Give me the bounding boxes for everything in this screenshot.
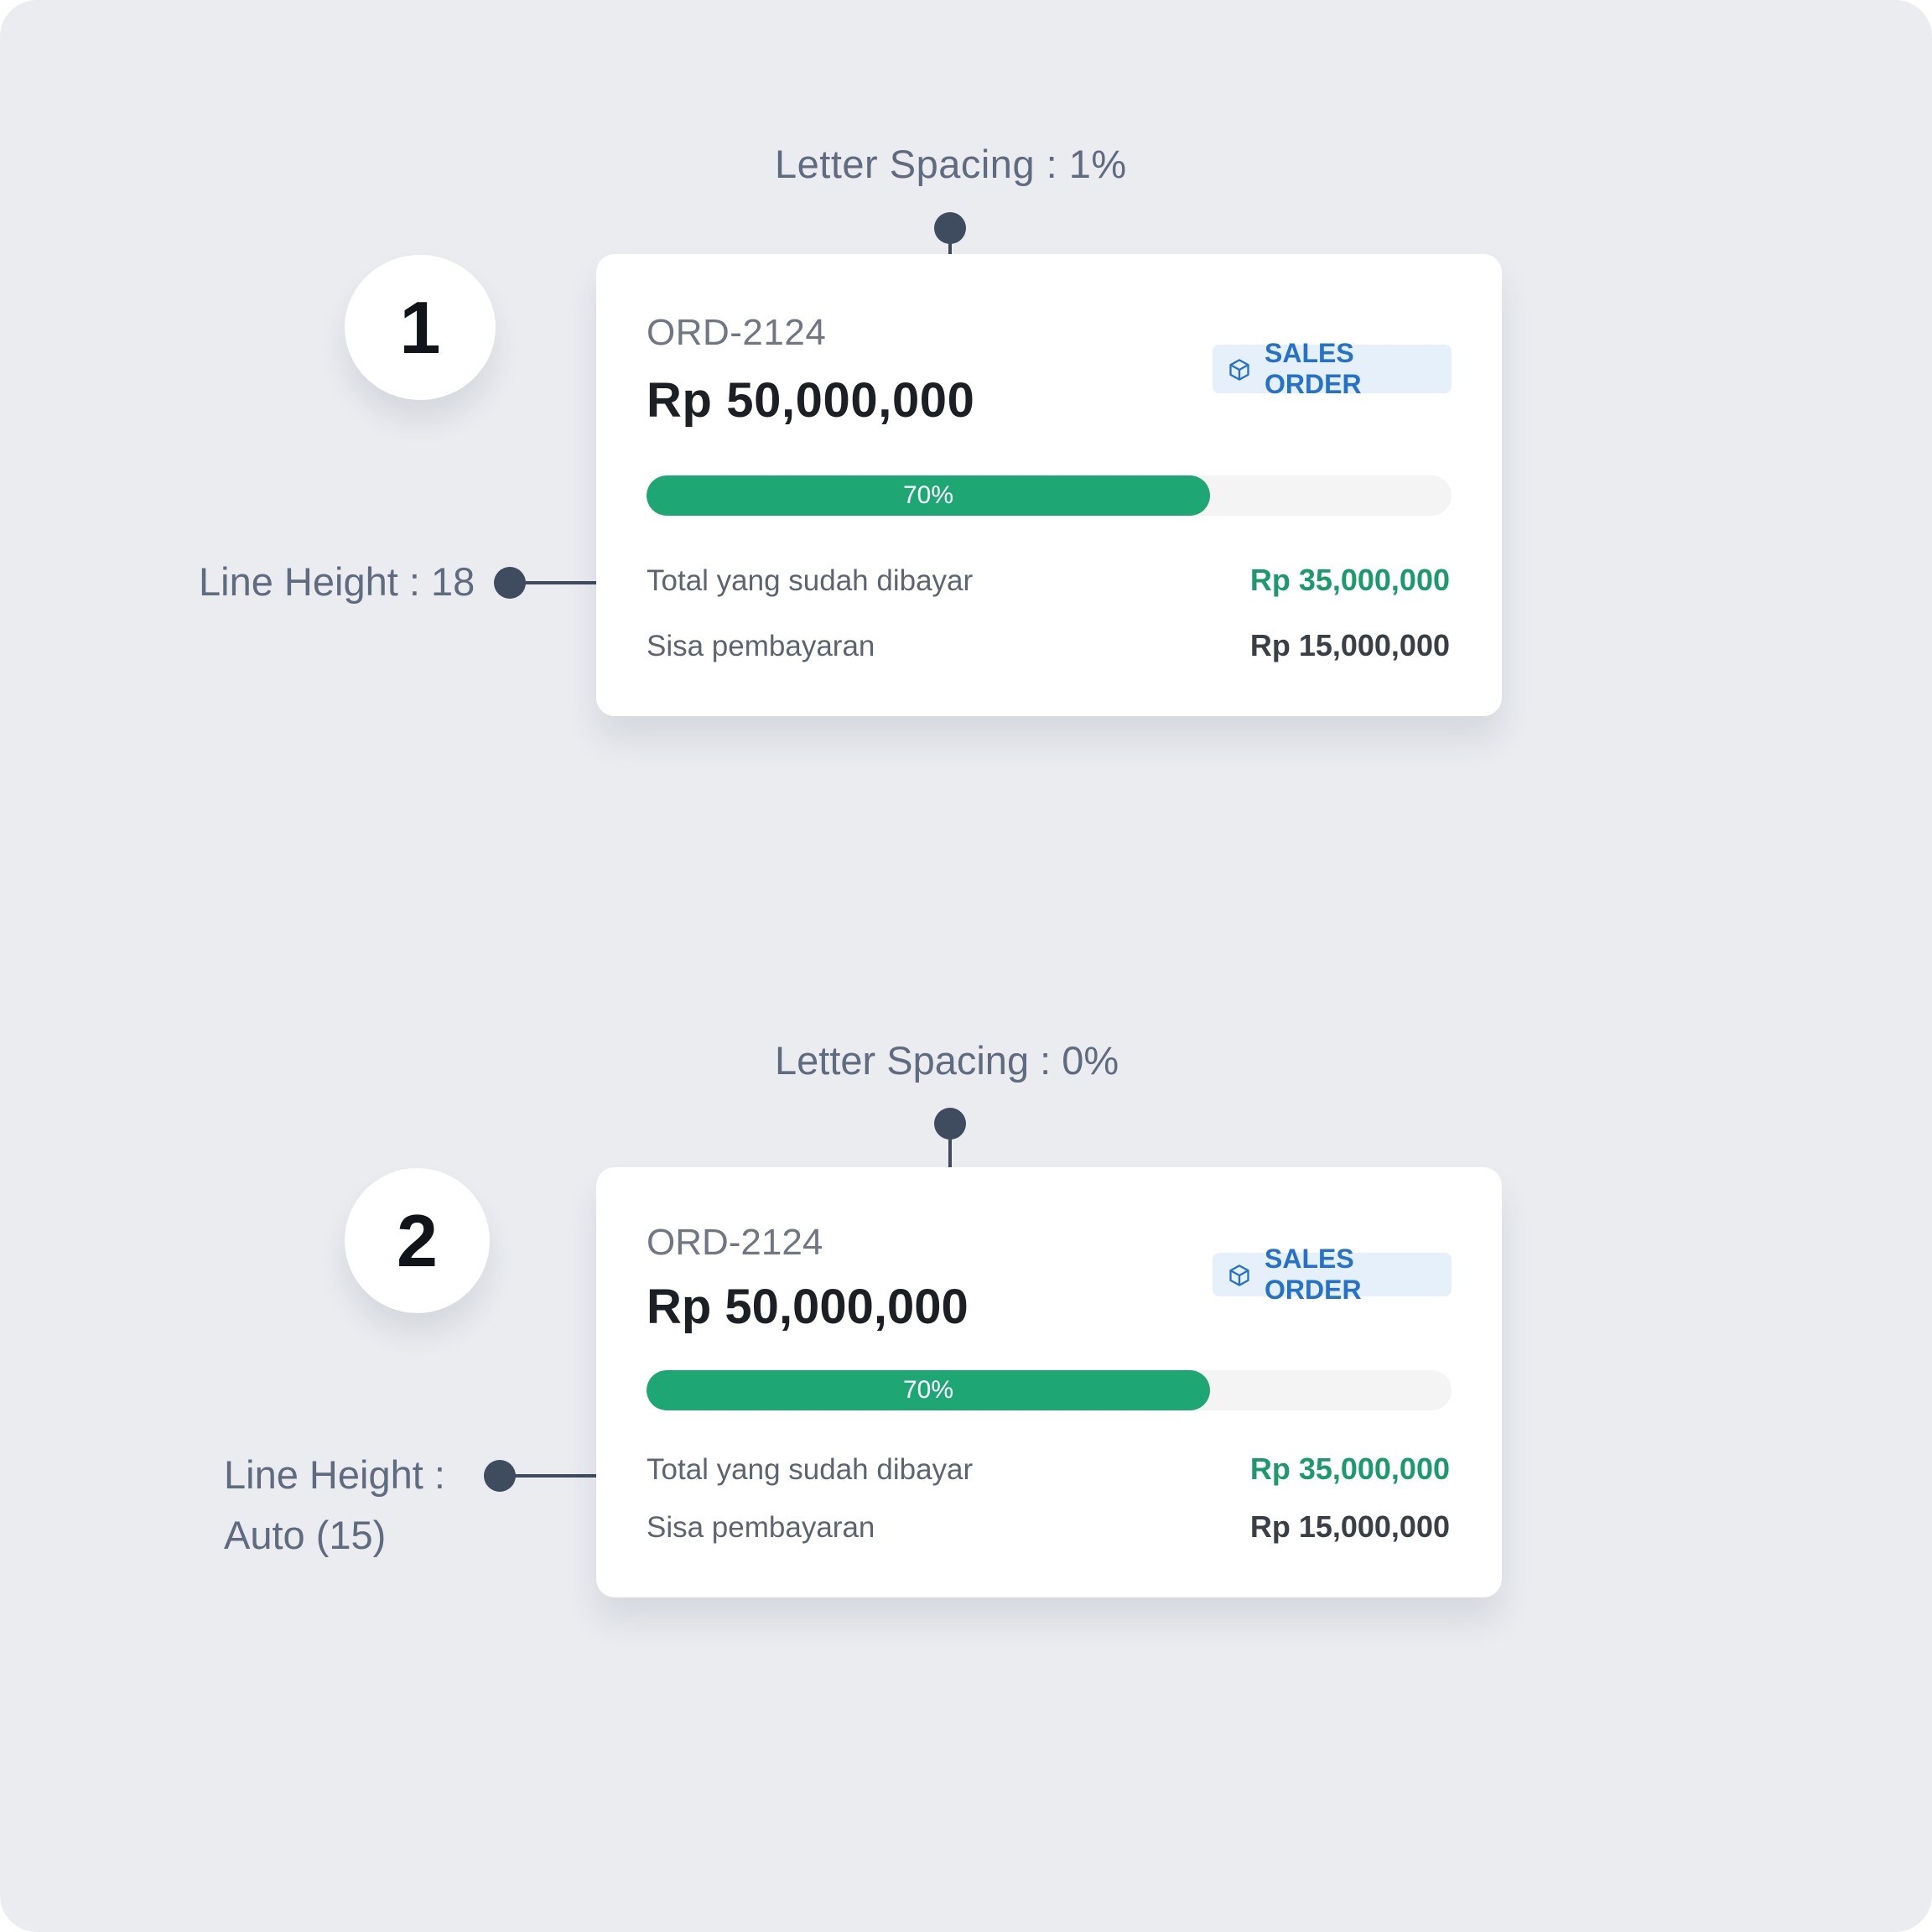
box-icon [1228, 357, 1251, 381]
box-icon [1228, 1263, 1251, 1286]
letter-spacing-annotation-1: Letter Spacing : 1% [775, 142, 1127, 186]
remaining-payment-label: Sisa pembayaran [647, 630, 875, 662]
order-amount: Rp 50,000,000 [647, 373, 975, 428]
order-card-1[interactable]: ORD-2124 Rp 50,000,000 SALES ORDER 70% T… [596, 254, 1502, 716]
remaining-payment-label: Sisa pembayaran [647, 1511, 875, 1544]
paid-total-label: Total yang sudah dibayar [647, 1453, 974, 1486]
letter-spacing-annotation-2: Letter Spacing : 0% [775, 1038, 1119, 1083]
remaining-payment-value: Rp 15,000,000 [1249, 628, 1450, 662]
paid-total-value: Rp 35,000,000 [1249, 563, 1450, 597]
example-number-badge-1: 1 [345, 255, 496, 400]
line-height-annotation-1: Line Height : 18 [199, 559, 475, 604]
order-id: ORD-2124 [647, 312, 827, 353]
order-amount: Rp 50,000,000 [647, 1280, 969, 1334]
canvas: Letter Spacing : 1% 1 Line Height : 18 O… [0, 0, 1932, 1932]
paid-total-value: Rp 35,000,000 [1249, 1452, 1450, 1486]
payment-progress-label: 70% [902, 481, 954, 509]
remaining-payment-value: Rp 15,000,000 [1249, 1509, 1450, 1544]
payment-progress-bar: 70% [647, 475, 1452, 516]
line-height-annotation-2-line2: Auto (15) [224, 1513, 387, 1557]
payment-progress-label: 70% [902, 1376, 954, 1404]
sales-order-badge: SALES ORDER [1213, 1244, 1452, 1305]
line-height-annotation-2-line1: Line Height : [224, 1452, 445, 1497]
sales-order-badge-label: SALES ORDER [1265, 338, 1362, 399]
annotation-connector-left-2 [498, 1474, 611, 1478]
example-number-badge-2: 2 [345, 1168, 490, 1313]
sales-order-badge-label: SALES ORDER [1265, 1244, 1362, 1305]
order-id: ORD-2124 [647, 1222, 823, 1263]
paid-total-label: Total yang sudah dibayar [647, 564, 974, 597]
payment-progress-bar: 70% [647, 1370, 1452, 1410]
sales-order-badge: SALES ORDER [1213, 338, 1452, 399]
order-card-2[interactable]: ORD-2124 Rp 50,000,000 SALES ORDER 70% T… [596, 1167, 1502, 1597]
